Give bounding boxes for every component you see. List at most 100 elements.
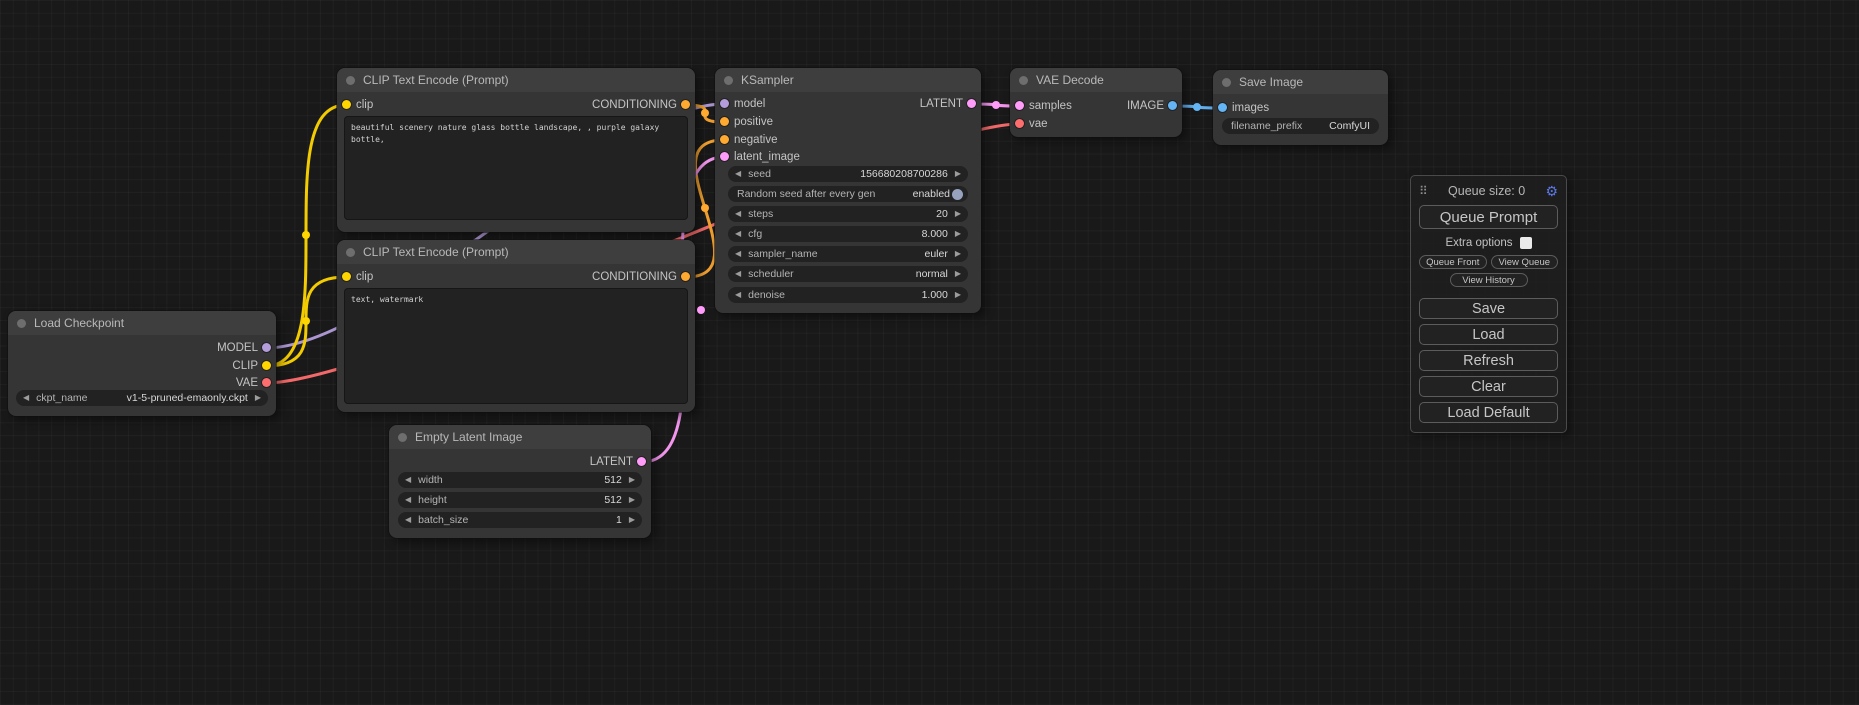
widget-random-seed-toggle[interactable]: Random seed after every gen enabled xyxy=(728,186,968,202)
port-conditioning-output[interactable] xyxy=(681,100,690,109)
node-collapse-dot[interactable] xyxy=(1019,76,1028,85)
node-title: Load Checkpoint xyxy=(34,316,124,330)
widget-batch-size[interactable]: ◀ batch_size 1 ▶ xyxy=(398,512,642,528)
widget-width[interactable]: ◀ width 512 ▶ xyxy=(398,472,642,488)
port-negative-input[interactable] xyxy=(720,135,729,144)
node-title-bar[interactable]: CLIP Text Encode (Prompt) xyxy=(337,240,695,264)
node-title-bar[interactable]: Empty Latent Image xyxy=(389,425,651,449)
widget-label: denoise xyxy=(748,289,785,301)
toggle-indicator[interactable] xyxy=(952,189,963,200)
widget-scheduler[interactable]: ◀ scheduler normal ▶ xyxy=(728,266,968,282)
increment-arrow-icon[interactable]: ▶ xyxy=(955,226,961,242)
node-graph-canvas[interactable]: Load Checkpoint MODEL CLIP VAE ◀ ckpt_na… xyxy=(0,0,1859,705)
clear-button[interactable]: Clear xyxy=(1419,376,1558,397)
port-vae-output[interactable] xyxy=(262,378,271,387)
node-collapse-dot[interactable] xyxy=(398,433,407,442)
increment-arrow-icon[interactable]: ▶ xyxy=(629,512,635,528)
prompt-textarea-negative[interactable]: text, watermark xyxy=(344,288,688,404)
node-collapse-dot[interactable] xyxy=(724,76,733,85)
node-collapse-dot[interactable] xyxy=(346,76,355,85)
node-title-bar[interactable]: Save Image xyxy=(1213,70,1388,94)
decrement-arrow-icon[interactable]: ◀ xyxy=(735,266,741,282)
drag-handle-icon[interactable]: ⠿ xyxy=(1419,184,1428,198)
input-label-latent-image: latent_image xyxy=(734,149,800,165)
increment-arrow-icon[interactable]: ▶ xyxy=(955,246,961,262)
port-vae-input[interactable] xyxy=(1015,119,1024,128)
load-default-button[interactable]: Load Default xyxy=(1419,402,1558,423)
node-clip-text-encode-positive[interactable]: CLIP Text Encode (Prompt) clip CONDITION… xyxy=(337,68,695,232)
widget-sampler-name[interactable]: ◀ sampler_name euler ▶ xyxy=(728,246,968,262)
node-empty-latent-image[interactable]: Empty Latent Image LATENT ◀ width 512 ▶ … xyxy=(389,425,651,538)
node-save-image[interactable]: Save Image images filename_prefix ComfyU… xyxy=(1213,70,1388,145)
widget-seed[interactable]: ◀ seed 156680208700286 ▶ xyxy=(728,166,968,182)
widget-denoise[interactable]: ◀ denoise 1.000 ▶ xyxy=(728,287,968,303)
widget-value: euler xyxy=(924,248,947,260)
increment-arrow-icon[interactable]: ▶ xyxy=(955,287,961,303)
decrement-arrow-icon[interactable]: ◀ xyxy=(735,246,741,262)
node-collapse-dot[interactable] xyxy=(1222,78,1231,87)
view-queue-button[interactable]: View Queue xyxy=(1491,255,1559,269)
increment-arrow-icon[interactable]: ▶ xyxy=(955,166,961,182)
decrement-arrow-icon[interactable]: ◀ xyxy=(735,226,741,242)
node-collapse-dot[interactable] xyxy=(346,248,355,257)
increment-arrow-icon[interactable]: ▶ xyxy=(629,492,635,508)
increment-arrow-icon[interactable]: ▶ xyxy=(955,266,961,282)
port-model-output[interactable] xyxy=(262,343,271,352)
port-clip-input[interactable] xyxy=(342,100,351,109)
port-latent-output[interactable] xyxy=(637,457,646,466)
decrement-arrow-icon[interactable]: ◀ xyxy=(735,287,741,303)
port-model-input[interactable] xyxy=(720,99,729,108)
widget-height[interactable]: ◀ height 512 ▶ xyxy=(398,492,642,508)
widget-value: ComfyUI xyxy=(1329,120,1370,132)
decrement-arrow-icon[interactable]: ◀ xyxy=(405,492,411,508)
port-images-input[interactable] xyxy=(1218,103,1227,112)
view-history-button[interactable]: View History xyxy=(1450,273,1528,287)
port-latent-output[interactable] xyxy=(967,99,976,108)
menu-header: ⠿ Queue size: 0 ⚙ xyxy=(1419,183,1558,199)
node-collapse-dot[interactable] xyxy=(17,319,26,328)
node-vae-decode[interactable]: VAE Decode samples vae IMAGE xyxy=(1010,68,1182,137)
node-title-bar[interactable]: Load Checkpoint xyxy=(8,311,276,335)
increment-arrow-icon[interactable]: ▶ xyxy=(955,206,961,222)
node-ksampler[interactable]: KSampler model positive negative latent_… xyxy=(715,68,981,313)
refresh-button[interactable]: Refresh xyxy=(1419,350,1558,371)
decrement-arrow-icon[interactable]: ◀ xyxy=(23,390,29,406)
node-clip-text-encode-negative[interactable]: CLIP Text Encode (Prompt) clip CONDITION… xyxy=(337,240,695,412)
widget-label: scheduler xyxy=(748,268,794,280)
widget-value: 20 xyxy=(936,208,948,220)
widget-steps[interactable]: ◀ steps 20 ▶ xyxy=(728,206,968,222)
port-positive-input[interactable] xyxy=(720,117,729,126)
port-conditioning-output[interactable] xyxy=(681,272,690,281)
queue-prompt-button[interactable]: Queue Prompt xyxy=(1419,205,1558,229)
port-samples-input[interactable] xyxy=(1015,101,1024,110)
node-title-bar[interactable]: VAE Decode xyxy=(1010,68,1182,92)
widget-cfg[interactable]: ◀ cfg 8.000 ▶ xyxy=(728,226,968,242)
widget-filename-prefix[interactable]: filename_prefix ComfyUI xyxy=(1222,118,1379,134)
widget-label: width xyxy=(418,474,443,486)
prompt-textarea-positive[interactable]: beautiful scenery nature glass bottle la… xyxy=(344,116,688,220)
decrement-arrow-icon[interactable]: ◀ xyxy=(405,472,411,488)
queue-front-button[interactable]: Queue Front xyxy=(1419,255,1487,269)
decrement-arrow-icon[interactable]: ◀ xyxy=(405,512,411,528)
increment-arrow-icon[interactable]: ▶ xyxy=(629,472,635,488)
settings-gear-icon[interactable]: ⚙ xyxy=(1545,184,1558,198)
load-button[interactable]: Load xyxy=(1419,324,1558,345)
extra-options-checkbox[interactable] xyxy=(1520,237,1532,249)
port-clip-input[interactable] xyxy=(342,272,351,281)
save-button[interactable]: Save xyxy=(1419,298,1558,319)
widget-ckpt-name[interactable]: ◀ ckpt_name v1-5-pruned-emaonly.ckpt ▶ xyxy=(16,390,268,406)
node-title: KSampler xyxy=(741,73,794,87)
port-latent-image-input[interactable] xyxy=(720,152,729,161)
output-label-image: IMAGE xyxy=(1127,98,1164,114)
node-title-bar[interactable]: KSampler xyxy=(715,68,981,92)
port-image-output[interactable] xyxy=(1168,101,1177,110)
decrement-arrow-icon[interactable]: ◀ xyxy=(735,166,741,182)
decrement-arrow-icon[interactable]: ◀ xyxy=(735,206,741,222)
widget-label: height xyxy=(418,494,447,506)
node-title-bar[interactable]: CLIP Text Encode (Prompt) xyxy=(337,68,695,92)
port-clip-output[interactable] xyxy=(262,361,271,370)
output-label-latent: LATENT xyxy=(590,454,633,470)
workflow-buttons-group: Save Load Refresh Clear Load Default xyxy=(1419,298,1558,423)
node-load-checkpoint[interactable]: Load Checkpoint MODEL CLIP VAE ◀ ckpt_na… xyxy=(8,311,276,416)
increment-arrow-icon[interactable]: ▶ xyxy=(255,390,261,406)
